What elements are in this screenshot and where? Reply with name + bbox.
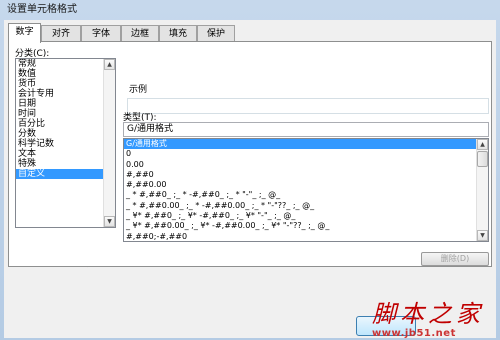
format-item[interactable]: #,##0;-#,##0 [124,232,488,241]
scroll-thumb[interactable] [477,151,488,167]
format-item[interactable]: #,##0 [124,170,488,180]
watermark: 脚本之家 www.jb51.net [372,300,484,339]
format-item[interactable]: #,##0.00 [124,180,488,190]
tab-alignment[interactable]: 对齐 [41,25,81,42]
format-listbox[interactable]: G/通用格式 0 0.00 #,##0 #,##0.00 _ * #,##0_ ;_ * … [123,138,489,242]
format-item[interactable]: _ ¥* #,##0_ ;_ ¥* -#,##0_ ;_ ¥* "-"_ ;_ … [124,211,488,221]
sample-group: 示例 [127,85,495,126]
scroll-down-icon[interactable]: ▼ [104,216,115,227]
scroll-up-icon[interactable]: ▲ [477,139,488,150]
format-item[interactable]: 0 [124,149,488,159]
category-item[interactable]: 科学记数 [16,139,115,149]
sample-label: 示例 [129,85,148,95]
format-list: G/通用格式 0 0.00 #,##0 #,##0.00 _ * #,##0_ ;_ * … [124,139,488,241]
tab-font[interactable]: 字体 [81,25,121,42]
category-item[interactable]: 分数 [16,129,115,139]
category-list: 常规 数值 货币 会计专用 日期 时间 百分比 分数 科学记数 文本 特殊 自定义 [16,59,115,179]
category-scrollbar[interactable]: ▲ ▼ [103,59,115,227]
category-item[interactable]: 自定义 [16,169,115,179]
category-item[interactable]: 常规 [16,59,115,69]
tab-fill[interactable]: 填充 [159,25,197,42]
scroll-up-icon[interactable]: ▲ [104,59,115,70]
number-tab-panel: 分类(C): 常规 数值 货币 会计专用 日期 时间 百分比 分数 科学记数 文本 特殊 自定义 ▲ … [8,41,492,267]
category-item[interactable]: 文本 [16,149,115,159]
category-item[interactable]: 数值 [16,69,115,79]
dialog-window: 设置单元格格式 数字 对齐 字体 边框 填充 保护 分类(C): 常规 数值 货币会… [0,0,500,340]
format-item[interactable]: _ * #,##0.00_ ;_ * -#,##0.00_ ;_ * "-"??… [124,201,488,211]
category-item[interactable]: 日期 [16,99,115,109]
window-title: 设置单元格格式 [7,4,77,15]
category-item[interactable]: 货币 [16,79,115,89]
watermark-text: 脚本之家 [372,300,484,328]
sample-display [127,98,489,114]
tab-number[interactable]: 数字 [8,23,41,43]
delete-button[interactable]: 删除(D) [421,252,489,266]
dialog-client: 数字 对齐 字体 边框 填充 保护 分类(C): 常规 数值 货币 会计专用 日期 时间百… [4,20,496,339]
type-input[interactable]: G/通用格式 [123,122,489,137]
tab-protection[interactable]: 保护 [197,25,235,42]
category-listbox[interactable]: 常规 数值 货币 会计专用 日期 时间 百分比 分数 科学记数 文本 特殊 自定义 ▲ ▼ [15,58,116,228]
category-item[interactable]: 百分比 [16,119,115,129]
format-item[interactable]: G/通用格式 [124,139,488,150]
category-item[interactable]: 会计专用 [16,89,115,99]
tab-border[interactable]: 边框 [121,25,159,42]
format-item[interactable]: 0.00 [124,160,488,170]
format-item[interactable]: _ ¥* #,##0.00_ ;_ ¥* -#,##0.00_ ;_ ¥* "-… [124,221,488,231]
watermark-url: www.jb51.net [372,328,456,339]
format-scrollbar[interactable]: ▲ ▼ [476,139,488,241]
category-item[interactable]: 特殊 [16,159,115,169]
scroll-down-icon[interactable]: ▼ [477,230,488,241]
category-item[interactable]: 时间 [16,109,115,119]
format-item[interactable]: _ * #,##0_ ;_ * -#,##0_ ;_ * "-"_ ;_ @_ [124,190,488,200]
